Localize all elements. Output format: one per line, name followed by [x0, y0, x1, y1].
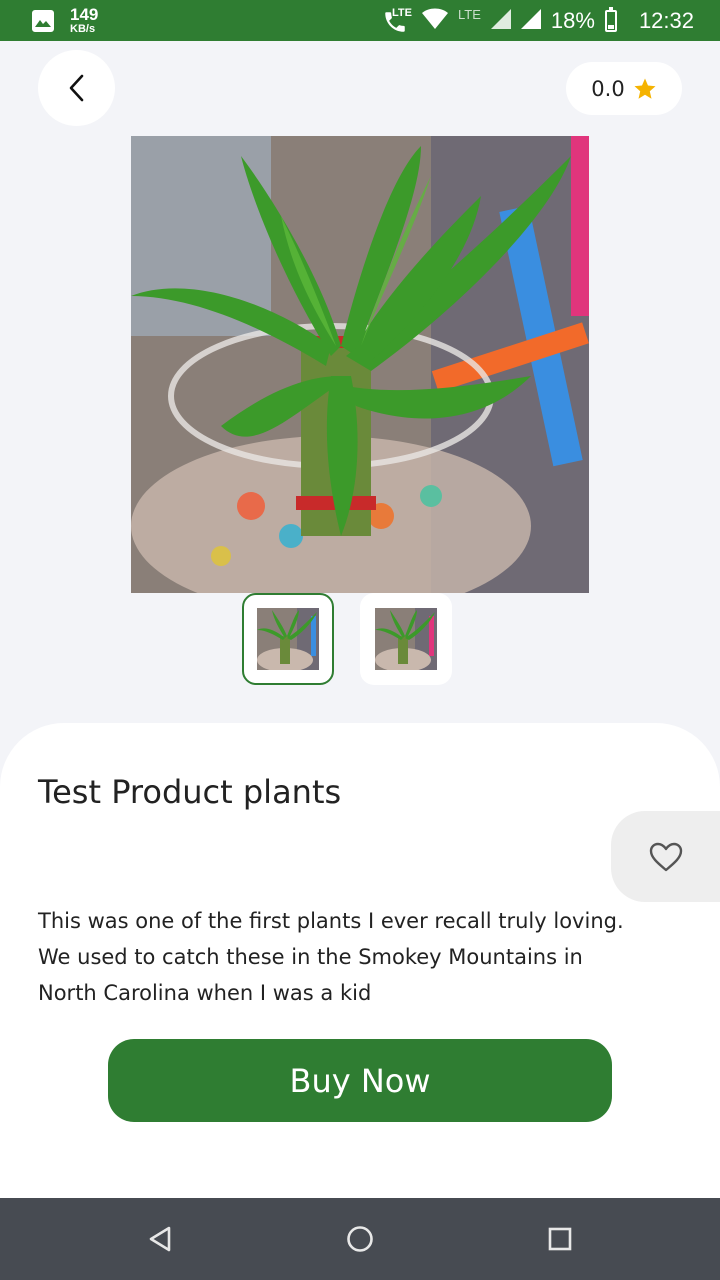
signal-icon-2 — [520, 8, 541, 33]
heart-outline-icon — [649, 842, 682, 871]
nav-home-button[interactable] — [340, 1219, 380, 1259]
rating-badge: 0.0 — [566, 62, 682, 115]
product-title: Test Product plants — [38, 773, 342, 811]
clock: 12:32 — [638, 7, 694, 33]
network-speed: 149 KB/s — [70, 6, 98, 35]
wifi-icon — [422, 8, 448, 34]
battery-percent: 18% — [550, 7, 595, 33]
favorite-button[interactable] — [611, 811, 720, 902]
chevron-left-icon — [69, 74, 83, 102]
volte-call-icon: LTE — [382, 7, 412, 35]
product-main-image[interactable] — [131, 136, 589, 593]
back-button[interactable] — [38, 50, 115, 126]
battery-icon — [604, 6, 617, 32]
network-type-label: LTE — [458, 7, 481, 22]
status-left: 149 KB/s — [32, 6, 98, 35]
call-lte-badge: LTE — [392, 6, 412, 19]
system-navigation-bar — [0, 1198, 720, 1280]
gallery-notification-icon — [32, 9, 54, 32]
thumbnail-1-selected[interactable] — [242, 593, 334, 685]
buy-now-button[interactable]: Buy Now — [108, 1039, 612, 1122]
product-details-sheet: Test Product plants This was one of the … — [0, 723, 720, 1203]
thumbnail-image — [257, 608, 319, 670]
net-speed-unit: KB/s — [70, 23, 96, 35]
star-icon — [634, 78, 656, 99]
triangle-back-icon — [149, 1226, 171, 1252]
circle-home-icon — [347, 1226, 373, 1252]
nav-back-button[interactable] — [140, 1219, 180, 1259]
thumbnail-2[interactable] — [360, 593, 452, 685]
nav-recents-button[interactable] — [540, 1219, 580, 1259]
thumbnail-image — [375, 608, 437, 670]
net-speed-value: 149 — [70, 5, 99, 24]
square-recents-icon — [548, 1227, 572, 1251]
rating-value: 0.0 — [591, 76, 625, 101]
product-description: This was one of the first plants I ever … — [38, 909, 624, 1005]
status-right: LTE LTE 18% 12:32 — [372, 0, 694, 41]
status-bar: 149 KB/s LTE LTE 18% 12:32 — [0, 0, 720, 41]
signal-icon-1 — [490, 8, 511, 33]
